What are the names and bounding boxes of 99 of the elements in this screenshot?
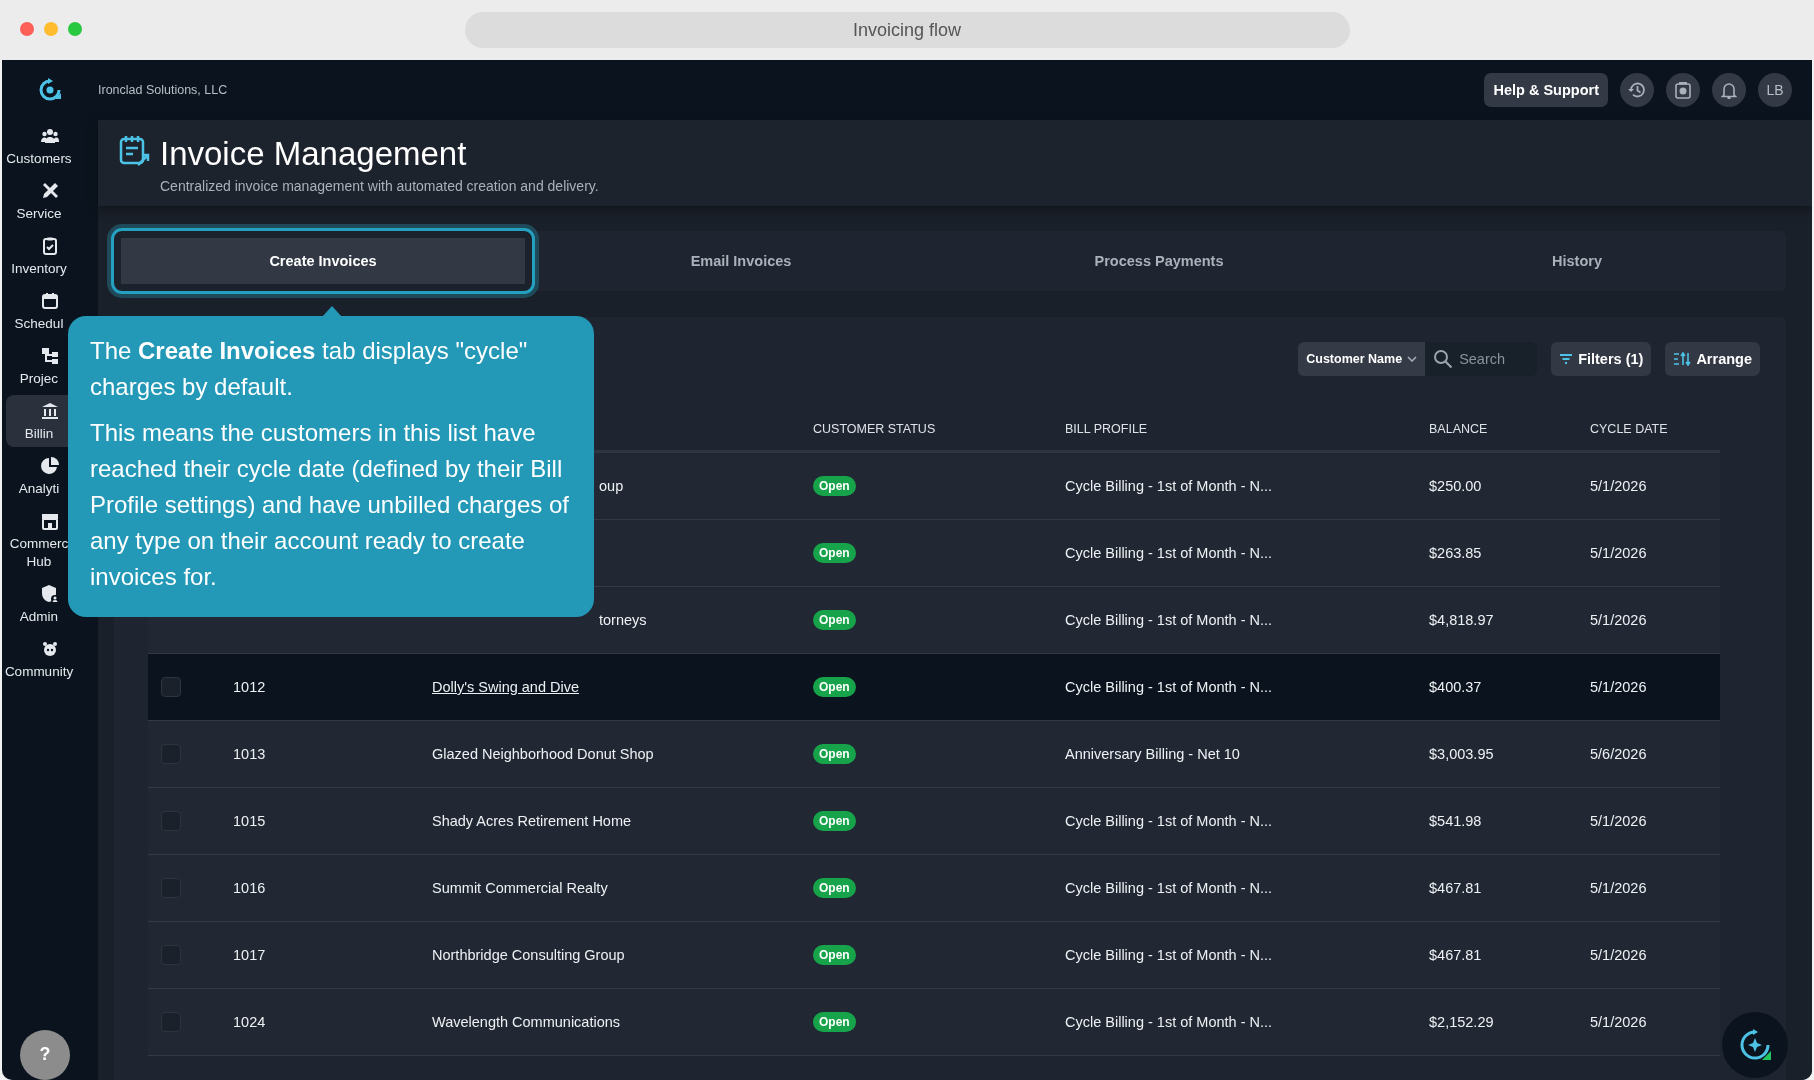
timer-icon	[1673, 80, 1693, 100]
table-cell-text: torneys	[598, 612, 648, 628]
table-cell-text: Anniversary Billing - Net 10	[1065, 746, 1241, 762]
invoice-icon	[118, 134, 150, 168]
table-cell-text: 5/1/2026	[1590, 679, 1648, 695]
notifications-button[interactable]	[1712, 73, 1746, 107]
table-cell-text: $467.81	[1429, 947, 1483, 963]
table-cell-text: $263.85	[1429, 545, 1483, 561]
arrange-button[interactable]: Arrange	[1665, 342, 1760, 376]
table-cell-text: Cycle Billing - 1st of Month - N...	[1065, 947, 1274, 963]
filter-icon	[1559, 353, 1574, 365]
chevron-down-icon	[1407, 356, 1418, 362]
status-badge: Open	[813, 878, 856, 898]
bank-icon	[40, 401, 60, 421]
status-badge: Open	[813, 677, 856, 697]
sidebar-item[interactable]: Service	[6, 175, 94, 227]
history-icon	[1627, 80, 1647, 100]
table-cell-text: 1013	[233, 746, 267, 762]
sparkle-icon	[1738, 1028, 1772, 1062]
company-name: Ironclad Solutions, LLC	[98, 83, 229, 97]
table-cell-text: Wavelength Communications	[432, 1014, 622, 1030]
table-cell-text: 1024	[233, 1014, 267, 1030]
table-cell-text: 1015	[233, 813, 267, 829]
status-badge: Open	[813, 811, 856, 831]
table-cell-text: Glazed Neighborhood Donut Shop	[432, 746, 655, 762]
timer-button[interactable]	[1666, 73, 1700, 107]
table-cell-text: Cycle Billing - 1st of Month - N...	[1065, 545, 1274, 561]
status-badge: Open	[813, 1012, 856, 1032]
table-cell-text: 1016	[233, 880, 267, 896]
table-cell-text: oup	[598, 478, 625, 494]
sidebar-item[interactable]: Schedul	[6, 285, 94, 337]
filters-button[interactable]: Filters (1)	[1551, 342, 1652, 376]
table-cell-text: Cycle Billing - 1st of Month - N...	[1065, 679, 1274, 695]
table-cell-text: $467.81	[1429, 880, 1483, 896]
status-badge: Open	[813, 476, 856, 496]
pie-chart-icon	[40, 456, 60, 476]
help-button[interactable]: Help & Support	[1484, 73, 1608, 107]
status-badge: Open	[813, 610, 856, 630]
column-header[interactable]: BILL PROFILE	[1065, 422, 1429, 436]
search-icon	[1433, 349, 1454, 369]
shield-user-icon	[40, 584, 60, 604]
user-avatar[interactable]: LB	[1758, 73, 1792, 107]
table-cell-text: 5/1/2026	[1590, 478, 1648, 494]
table-cell-text: 5/1/2026	[1590, 545, 1648, 561]
sidebar-item[interactable]: Community	[6, 633, 94, 685]
tab[interactable]: Process Payments	[950, 231, 1368, 291]
table-cell-text: Shady Acres Retirement Home	[432, 813, 633, 829]
table-cell-text: 5/1/2026	[1590, 1014, 1648, 1030]
table-cell-text: $400.37	[1429, 679, 1483, 695]
column-header[interactable]: CYCLE DATE	[1590, 422, 1720, 436]
logo-icon[interactable]	[38, 77, 62, 103]
table-cell-text: $4,818.97	[1429, 612, 1495, 628]
table-cell-text: 5/1/2026	[1590, 947, 1648, 963]
status-badge: Open	[813, 945, 856, 965]
window-control[interactable]	[44, 22, 58, 36]
table-cell-text: Cycle Billing - 1st of Month - N...	[1065, 813, 1274, 829]
table-cell-text: Northbridge Consulting Group	[432, 947, 626, 963]
sidebar-item[interactable]: Inventory	[6, 230, 94, 282]
table-row[interactable]: 1012 Dolly's Swing and Dive Open Cycle Billing - 1st of Month - N... $400.37 5/1/2026	[148, 654, 1720, 721]
table-cell-text: 5/1/2026	[1590, 880, 1648, 896]
table-cell-text: 5/1/2026	[1590, 612, 1648, 628]
table-cell-text: Cycle Billing - 1st of Month - N...	[1065, 478, 1274, 494]
table-cell-text: Cycle Billing - 1st of Month - N...	[1065, 880, 1274, 896]
status-badge: Open	[813, 543, 856, 563]
page-title: Invoice Management	[160, 134, 468, 174]
store-icon	[40, 511, 60, 531]
customer-link[interactable]: Dolly's Swing and Dive	[432, 679, 580, 695]
bell-icon	[1719, 80, 1739, 100]
tab[interactable]: Email Invoices	[532, 231, 950, 291]
table-cell-text: 1012	[233, 679, 267, 695]
status-badge: Open	[813, 744, 856, 764]
hierarchy-icon	[40, 346, 60, 366]
table-cell-text: 1017	[233, 947, 267, 963]
table-cell-text: Summit Commercial Realty	[432, 880, 609, 896]
community-icon	[40, 639, 60, 659]
clipboard-icon	[40, 236, 60, 256]
column-header[interactable]: CUSTOMER STATUS	[813, 422, 1065, 436]
page-subtitle: Centralized invoice management with automated creation and delivery.	[160, 178, 599, 194]
table-cell-text: $3,003.95	[1429, 746, 1495, 762]
search-by-dropdown[interactable]: Customer Name	[1298, 342, 1426, 376]
table-cell-text: $541.98	[1429, 813, 1483, 829]
search-field[interactable]: Search	[1425, 342, 1538, 376]
tab[interactable]: History	[1368, 231, 1786, 291]
table-cell-text: Cycle Billing - 1st of Month - N...	[1065, 612, 1274, 628]
window-control[interactable]	[68, 22, 82, 36]
table-cell-text: 5/6/2026	[1590, 746, 1648, 762]
people-icon	[40, 126, 60, 146]
calendar-icon	[40, 291, 60, 311]
column-header[interactable]: BALANCE	[1429, 422, 1590, 436]
window-title: Invoicing flow	[464, 12, 1350, 48]
table-cell-text: Cycle Billing - 1st of Month - N...	[1065, 1014, 1274, 1030]
checkbox[interactable]	[161, 677, 181, 697]
table-cell-text: $2,152.29	[1429, 1014, 1495, 1030]
window-control[interactable]	[20, 22, 34, 36]
sort-icon	[1673, 352, 1692, 366]
table-cell-text: 5/1/2026	[1590, 813, 1648, 829]
table-cell-text: $250.00	[1429, 478, 1483, 494]
history-button[interactable]	[1620, 73, 1654, 107]
sidebar-item[interactable]: Customers	[6, 120, 94, 172]
